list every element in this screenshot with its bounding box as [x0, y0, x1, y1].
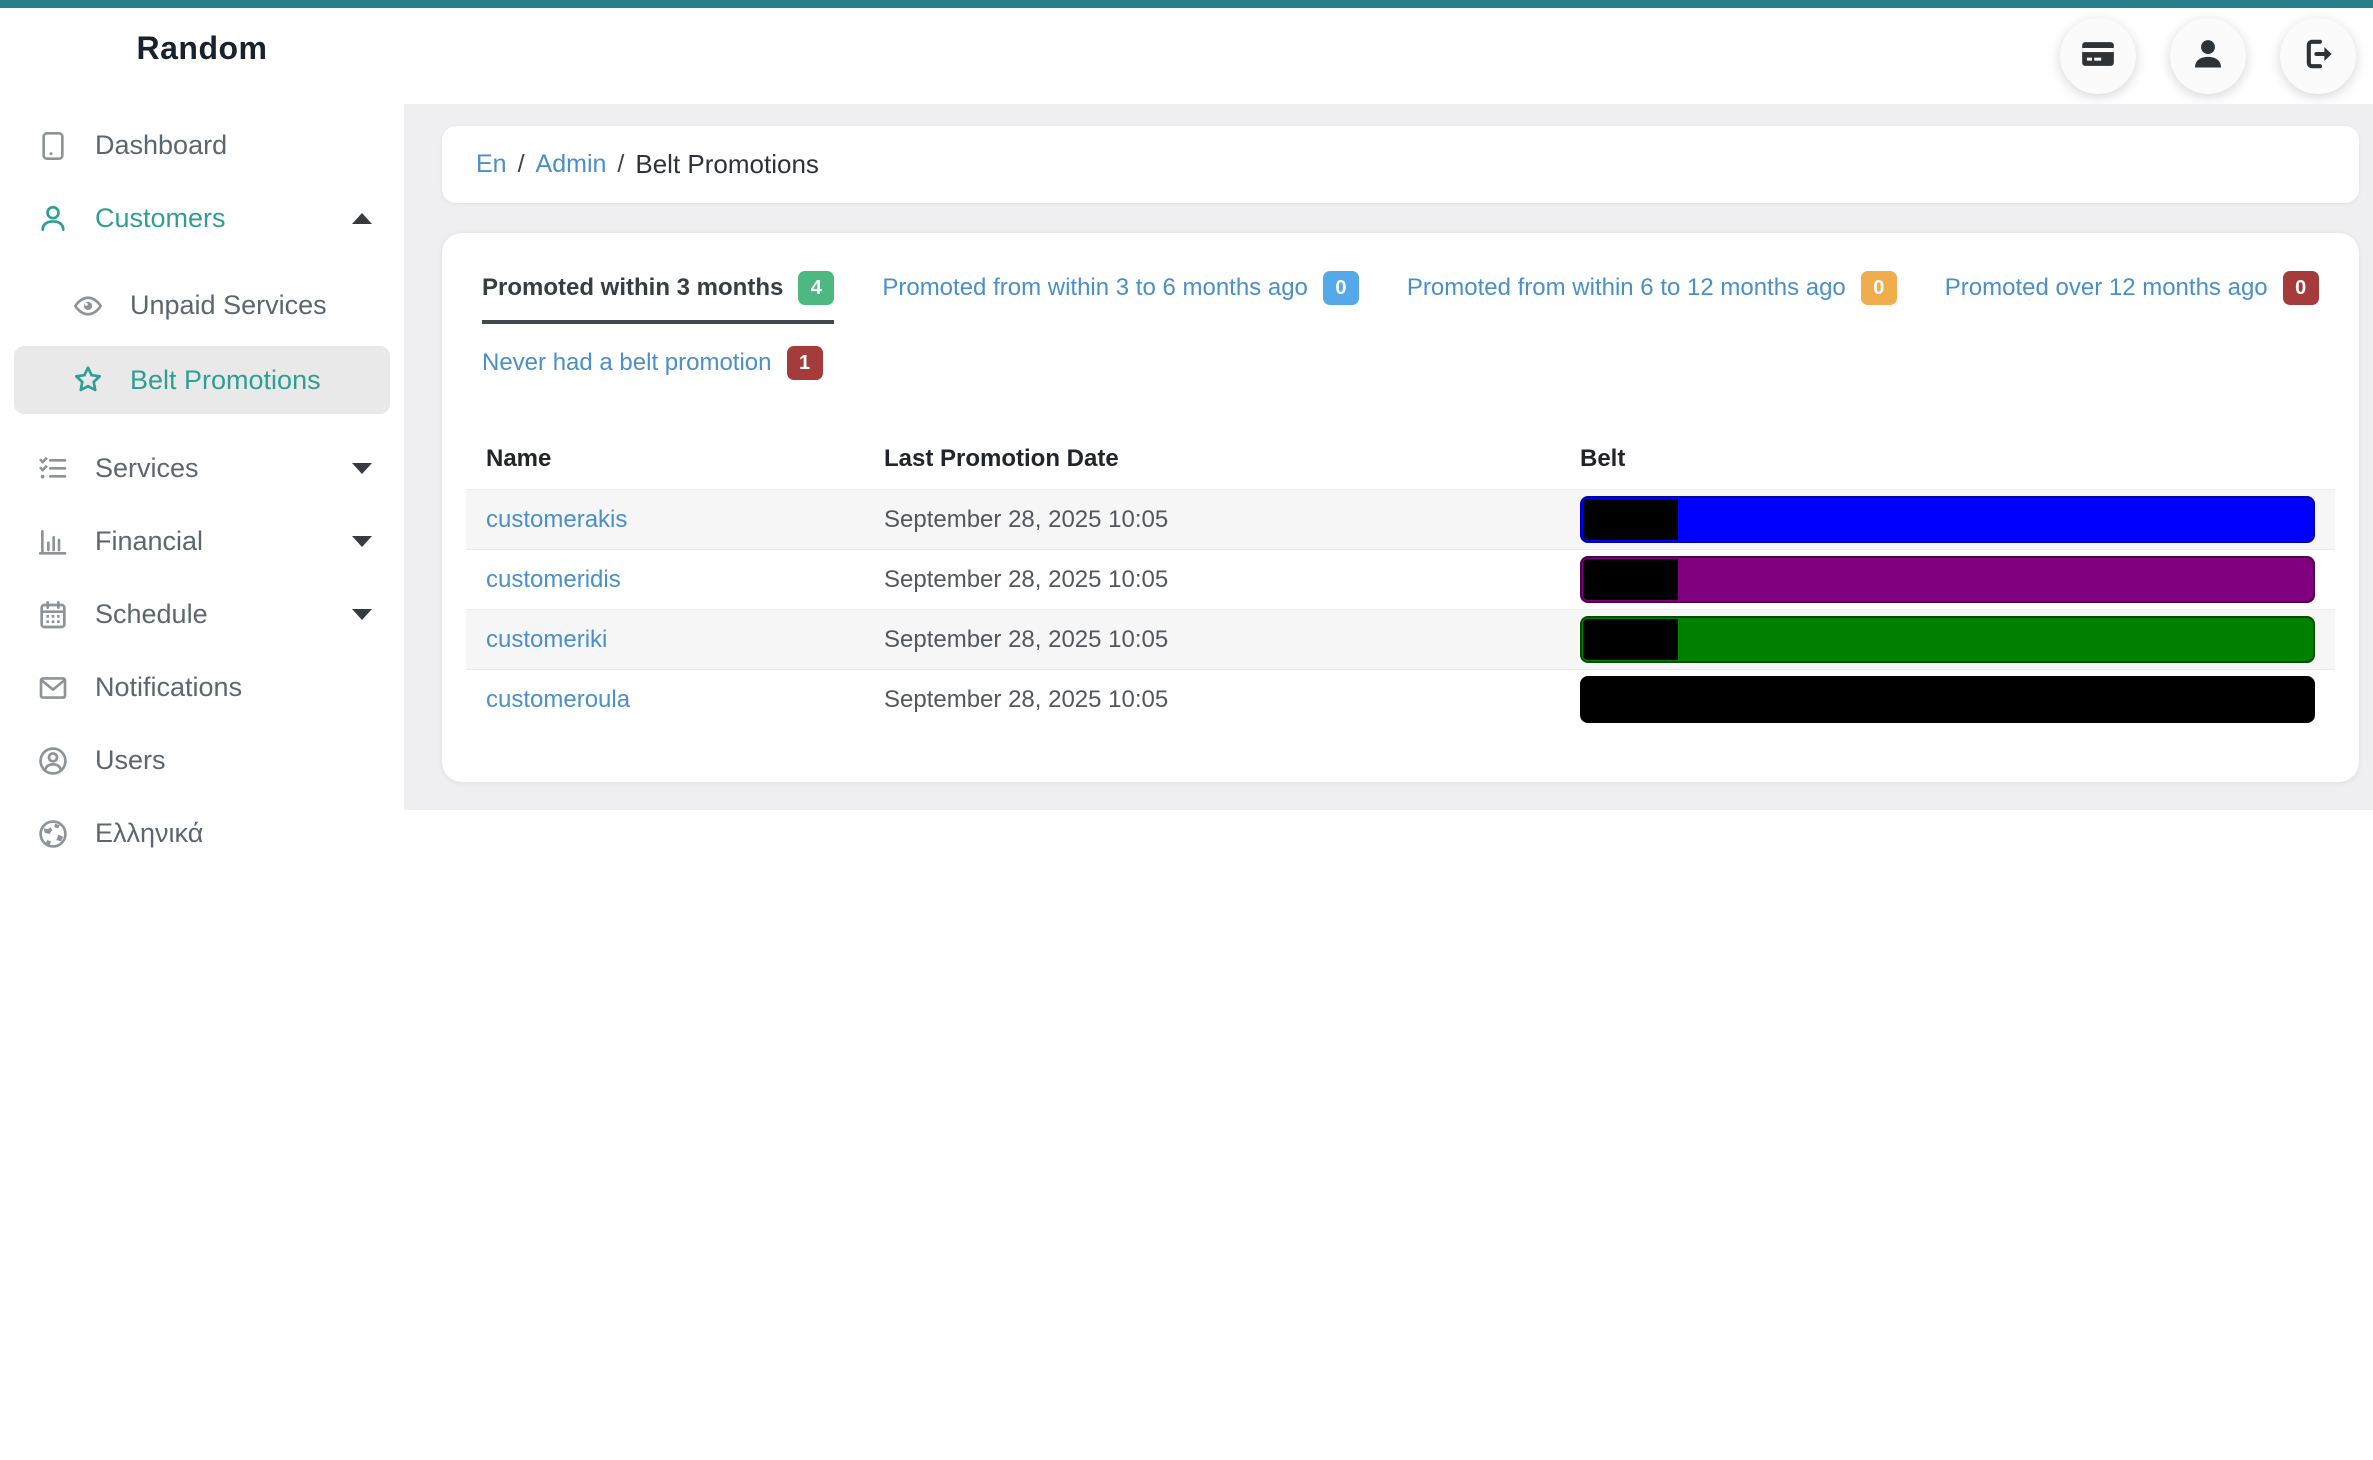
breadcrumb: En / Admin / Belt Promotions: [442, 126, 2359, 203]
sidebar-item-label: Customers: [95, 203, 226, 233]
sign-out-icon: [2299, 35, 2337, 78]
tab-promoted-3-to-6-months[interactable]: Promoted from within 3 to 6 months ago 0: [882, 271, 1359, 324]
tab-label: Promoted over 12 months ago: [1944, 274, 2268, 301]
tab-promoted-within-3-months[interactable]: Promoted within 3 months 4: [482, 271, 835, 324]
chevron-down-icon[interactable]: [352, 609, 372, 620]
tab-promoted-over-12-months[interactable]: Promoted over 12 months ago 0: [1945, 271, 2319, 324]
sidebar-item-users[interactable]: Users: [0, 724, 404, 797]
promotion-date: September 28, 2025 10:05: [884, 685, 1169, 713]
customer-link[interactable]: customeriki: [486, 626, 607, 653]
credit-card-icon: [2079, 35, 2117, 78]
promotion-date: September 28, 2025 10:05: [884, 505, 1169, 533]
tab-promoted-6-to-12-months[interactable]: Promoted from within 6 to 12 months ago …: [1407, 271, 1897, 324]
sidebar-item-belt-promotions[interactable]: Belt Promotions: [14, 346, 390, 414]
eye-icon: [72, 290, 104, 322]
sidebar: Random Dashboard Customers Unpaid Servic…: [0, 8, 404, 1460]
promotions-table: Name Last Promotion Date Belt customerak…: [466, 427, 2335, 729]
sidebar-item-notifications[interactable]: Notifications: [0, 651, 404, 724]
belt-bar: [1580, 616, 2315, 663]
breadcrumb-separator: /: [617, 150, 625, 178]
table-row: customeriki September 28, 2025 10:05: [466, 609, 2335, 670]
content-body: En / Admin / Belt Promotions Promoted wi…: [404, 104, 2373, 810]
person-circle-icon: [37, 745, 69, 777]
belt-bar: [1580, 676, 2315, 723]
belt-bar: [1580, 556, 2315, 603]
count-badge: 1: [786, 346, 823, 380]
column-header-belt: Belt: [1580, 445, 1626, 472]
envelope-icon: [37, 672, 69, 704]
sidebar-item-services[interactable]: Services: [0, 432, 404, 505]
customer-link[interactable]: customerakis: [486, 506, 627, 533]
tab-label: Promoted from within 6 to 12 months ago: [1406, 274, 1846, 301]
person-icon: [37, 203, 69, 235]
logout-button[interactable]: [2279, 18, 2356, 94]
sidebar-item-label: Schedule: [95, 599, 208, 629]
promotion-tabs: Promoted within 3 months 4 Promoted from…: [466, 271, 2335, 324]
sidebar-item-label: Belt Promotions: [130, 364, 321, 395]
column-header-date: Last Promotion Date: [884, 445, 1119, 472]
sidebar-item-label: Ελληνικά: [95, 818, 204, 848]
globe-icon: [37, 818, 69, 850]
tablet-icon: [37, 130, 69, 162]
belt-patch: [1583, 619, 1678, 660]
calendar-icon: [37, 599, 69, 631]
sidebar-item-schedule[interactable]: Schedule: [0, 578, 404, 651]
sidebar-item-label: Services: [95, 453, 199, 483]
app-title: Random: [136, 30, 268, 66]
bar-chart-icon: [37, 526, 69, 558]
billing-button[interactable]: [2059, 18, 2136, 94]
belt-promotions-card: Promoted within 3 months 4 Promoted from…: [442, 233, 2359, 782]
table-row: customerakis September 28, 2025 10:05: [466, 489, 2335, 550]
tab-label: Never had a belt promotion: [482, 349, 772, 376]
promotion-date: September 28, 2025 10:05: [884, 625, 1169, 653]
sidebar-item-unpaid-services[interactable]: Unpaid Services: [0, 269, 404, 342]
belt-patch: [1583, 679, 1678, 720]
breadcrumb-link-admin[interactable]: Admin: [536, 150, 607, 179]
table-header-row: Name Last Promotion Date Belt: [466, 427, 2335, 490]
tab-label: Promoted within 3 months: [482, 274, 784, 301]
checklist-icon: [37, 453, 69, 485]
count-badge: 0: [2282, 271, 2319, 305]
sidebar-item-label: Unpaid Services: [130, 290, 327, 320]
chevron-down-icon[interactable]: [352, 536, 372, 547]
column-header-name: Name: [486, 445, 552, 472]
user-icon: [2189, 35, 2227, 78]
promotion-tabs-row2: Never had a belt promotion 1: [466, 346, 2335, 399]
promotion-date: September 28, 2025 10:05: [884, 565, 1169, 593]
sidebar-item-dashboard[interactable]: Dashboard: [0, 109, 404, 182]
app-window: Random Dashboard Customers Unpaid Servic…: [0, 8, 2373, 1460]
breadcrumb-link-en[interactable]: En: [476, 150, 507, 179]
sidebar-nav: Dashboard Customers Unpaid Services Belt…: [0, 109, 404, 870]
top-accent-bar: [0, 0, 2373, 8]
header-band: [404, 8, 2373, 104]
star-icon: [72, 364, 104, 396]
sidebar-item-label: Notifications: [95, 672, 243, 702]
breadcrumb-current: Belt Promotions: [635, 149, 819, 179]
tab-never-had-promotion[interactable]: Never had a belt promotion 1: [482, 346, 823, 399]
count-badge: 0: [1322, 271, 1359, 305]
sidebar-item-label: Financial: [95, 526, 204, 556]
sidebar-item-label: Dashboard: [95, 130, 228, 160]
tab-label: Promoted from within 3 to 6 months ago: [882, 274, 1308, 301]
customer-link[interactable]: customeridis: [486, 566, 621, 593]
sidebar-item-language-greek[interactable]: Ελληνικά: [0, 797, 404, 870]
table-row: customeroula September 28, 2025 10:05: [466, 669, 2335, 730]
profile-button[interactable]: [2169, 18, 2246, 94]
belt-patch: [1583, 499, 1678, 540]
sidebar-item-customers[interactable]: Customers: [0, 182, 404, 255]
count-badge: 4: [798, 271, 835, 305]
content-area: En / Admin / Belt Promotions Promoted wi…: [404, 8, 2373, 1460]
breadcrumb-separator: /: [517, 150, 525, 178]
belt-bar: [1580, 496, 2315, 543]
sidebar-item-financial[interactable]: Financial: [0, 505, 404, 578]
table-row: customeridis September 28, 2025 10:05: [466, 549, 2335, 610]
belt-patch: [1583, 559, 1678, 600]
chevron-up-icon[interactable]: [352, 213, 372, 224]
chevron-down-icon[interactable]: [352, 463, 372, 474]
customer-link[interactable]: customeroula: [486, 686, 630, 713]
count-badge: 0: [1860, 271, 1897, 305]
sidebar-item-label: Users: [95, 745, 166, 775]
